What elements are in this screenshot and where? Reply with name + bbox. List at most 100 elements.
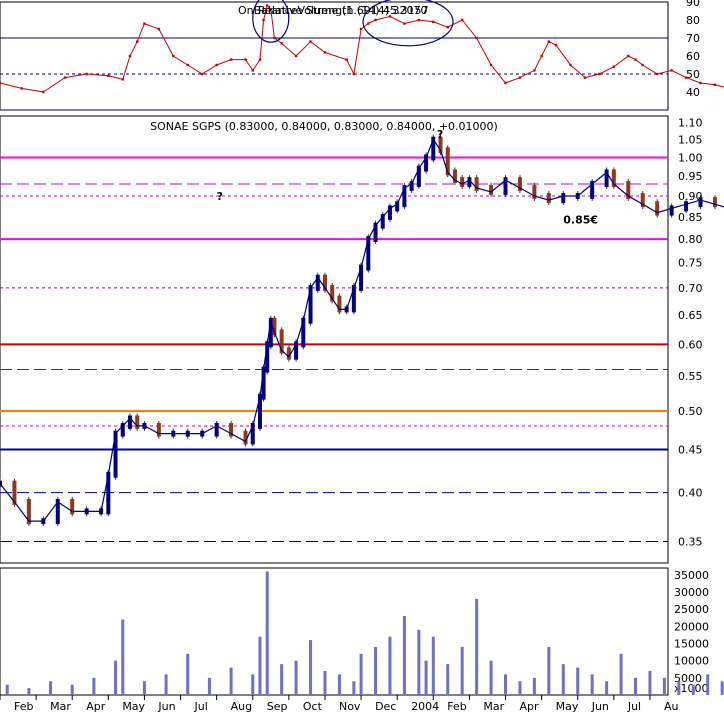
volume-bar xyxy=(164,674,168,695)
volume-bar xyxy=(460,646,464,695)
price-candle xyxy=(214,423,219,437)
volume-bar xyxy=(5,684,9,695)
volume-bar xyxy=(431,636,435,695)
price-y-tick-label: 0.50 xyxy=(678,405,703,418)
price-y-tick-label: 0.35 xyxy=(678,535,703,548)
volume-bar xyxy=(489,660,493,695)
volume-bar xyxy=(323,670,327,695)
rsi-point xyxy=(670,69,673,72)
rsi-point xyxy=(569,63,572,67)
x-tick-label: Apr xyxy=(520,700,540,713)
rsi-point xyxy=(554,44,558,47)
rsi-point xyxy=(172,54,175,58)
price-candle xyxy=(308,285,313,324)
volume-bar xyxy=(359,653,363,695)
rsi-point xyxy=(540,54,543,58)
rsi-point xyxy=(504,81,507,85)
volume-bar xyxy=(547,646,551,695)
volume-bar xyxy=(280,664,284,695)
rsi-point xyxy=(547,40,551,43)
rsi-point xyxy=(475,36,478,40)
rsi-point xyxy=(352,72,356,76)
price-candle xyxy=(546,193,551,204)
price-y-tick-label: 0.70 xyxy=(678,282,703,295)
rsi-point xyxy=(655,72,659,76)
volume-bar xyxy=(402,616,406,695)
price-candle xyxy=(561,193,566,204)
rsi-point xyxy=(273,36,276,40)
price-annotation-text: 0.85€ xyxy=(563,213,598,226)
rsi-point xyxy=(0,81,2,85)
price-y-tick-label: 0.80 xyxy=(678,233,703,246)
rsi-panel: 405060708090OnBalanceVolume (1.6914) 320… xyxy=(0,0,724,111)
x-tick-label: Aug xyxy=(231,700,252,713)
price-candle xyxy=(127,415,132,429)
volume-bar xyxy=(70,684,74,695)
price-frame xyxy=(0,115,669,564)
volume-bar xyxy=(446,664,450,695)
rsi-point xyxy=(244,58,247,61)
volume-y-tick-label: 10000 xyxy=(674,655,709,668)
price-candle xyxy=(135,415,140,429)
rsi-point xyxy=(627,54,630,58)
x-tick-label: Jul xyxy=(627,700,641,713)
volume-bar xyxy=(207,677,211,695)
rsi-point xyxy=(128,54,132,58)
volume-bar xyxy=(518,681,522,695)
rsi-point xyxy=(713,83,717,86)
x-tick-label: Feb xyxy=(447,700,466,713)
rsi-point xyxy=(634,58,637,61)
price-y-tick-label: 0.55 xyxy=(678,370,703,383)
volume-y-tick-label: 15000 xyxy=(674,638,709,651)
price-candle xyxy=(712,197,717,208)
x-tick-label: May xyxy=(122,700,145,713)
price-candle xyxy=(460,177,465,187)
price-annotation-text: ? xyxy=(217,190,223,203)
volume-bar xyxy=(388,636,392,695)
price-candle xyxy=(684,201,689,212)
rsi-point xyxy=(432,20,435,23)
rsi-point xyxy=(460,18,464,22)
rsi-point xyxy=(359,27,363,31)
volume-bar xyxy=(648,670,652,695)
rsi-point xyxy=(186,63,189,67)
rsi-point xyxy=(215,63,218,67)
rsi-point xyxy=(63,76,67,79)
x-tick-label: Oct xyxy=(303,700,323,713)
price-y-tick-label: 0.75 xyxy=(678,257,703,270)
volume-bar xyxy=(309,640,313,695)
volume-bar xyxy=(121,619,125,695)
rsi-point xyxy=(367,22,370,25)
price-y-tick-label: 1.05 xyxy=(678,134,703,147)
x-tick-label: Apr xyxy=(86,700,106,713)
volume-y-tick-label: 25000 xyxy=(674,603,709,616)
volume-y-tick-label: 20000 xyxy=(674,620,709,633)
volume-bar xyxy=(374,646,378,695)
rsi-point xyxy=(20,87,23,90)
volume-bar xyxy=(590,674,594,695)
rsi-point xyxy=(294,54,298,58)
volume-bar xyxy=(265,571,269,695)
rsi-y-tick-label: 80 xyxy=(686,14,700,27)
price-y-tick-label: 1.00 xyxy=(678,151,703,164)
volume-bar xyxy=(27,688,31,695)
x-tick-label: Feb xyxy=(14,700,33,713)
rsi-point xyxy=(42,90,45,94)
rsi-point xyxy=(201,72,204,76)
rsi-point xyxy=(85,72,88,76)
price-y-tick-label: 0.40 xyxy=(678,487,703,500)
rsi-y-tick-label: 90 xyxy=(686,0,700,9)
rsi-line xyxy=(0,4,724,93)
volume-bar xyxy=(662,677,666,695)
rsi-point xyxy=(258,58,262,61)
volume-bar xyxy=(619,653,623,695)
rsi-point xyxy=(403,22,406,25)
volume-bar xyxy=(691,684,695,695)
price-y-tick-label: 0.60 xyxy=(678,338,703,351)
rsi-point xyxy=(518,76,522,79)
x-tick-label: Jun xyxy=(591,700,609,713)
volume-y-tick-label: 35000 xyxy=(674,569,709,582)
volume-bar xyxy=(504,674,508,695)
volume-bar xyxy=(294,660,298,695)
rsi-title: Relative Strength (14) 45.3157 xyxy=(258,4,429,17)
